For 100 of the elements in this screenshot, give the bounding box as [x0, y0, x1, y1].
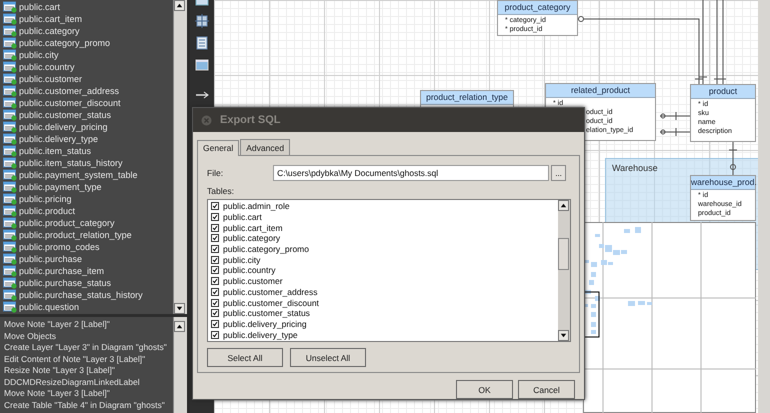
- table-name[interactable]: public.customer_discount: [19, 97, 121, 109]
- checkbox[interactable]: [211, 298, 219, 307]
- tab[interactable]: General: [197, 140, 240, 156]
- checkbox[interactable]: [211, 245, 219, 254]
- history-entry[interactable]: Resize Note "Layer 3 [Label]": [4, 365, 173, 376]
- dialog-title: Export SQL: [220, 114, 281, 126]
- table-icon: [3, 108, 17, 122]
- entity-title: warehouse_prod.: [691, 176, 755, 190]
- minimap[interactable]: [583, 222, 756, 413]
- scrollbar-thumb[interactable]: [558, 238, 569, 270]
- table-name: public.delivery_type: [223, 330, 298, 340]
- table-icon: [3, 192, 17, 206]
- history-entry[interactable]: Move Note "Layer 2 [Label]": [4, 319, 173, 330]
- table-name[interactable]: public.category: [19, 25, 80, 37]
- checkbox[interactable]: [211, 277, 219, 286]
- history-entry[interactable]: Create Table "Table 4" in Diagram "ghosts": [4, 400, 173, 411]
- table-icon: [3, 276, 17, 290]
- table-name: public.delivery_pricing: [223, 318, 307, 329]
- area-label: Warehouse: [612, 163, 658, 173]
- table-icon: [3, 228, 17, 242]
- table-name[interactable]: public.item_status_history: [19, 157, 123, 169]
- dialog-button[interactable]: OK: [456, 380, 513, 399]
- scrollbar[interactable]: [558, 200, 570, 341]
- table-name[interactable]: public.product: [19, 205, 76, 217]
- checkbox[interactable]: [211, 309, 219, 318]
- history-entry[interactable]: DDCMDResizeDiagramLinkedLabel: [4, 376, 173, 388]
- table-icon: [3, 240, 17, 254]
- checkbox[interactable]: [211, 256, 219, 264]
- file-field[interactable]: C:\users\pdybka\My Documents\ghosts.sql: [273, 165, 550, 181]
- dialog-button[interactable]: Cancel: [518, 380, 575, 399]
- table-icon: [3, 168, 17, 182]
- checkbox[interactable]: [211, 202, 219, 210]
- table-icon: [3, 288, 17, 302]
- scroll-up-icon[interactable]: [174, 0, 185, 11]
- checkbox[interactable]: [211, 330, 219, 339]
- file-label: File:: [207, 168, 224, 178]
- tab[interactable]: Advanced: [240, 139, 290, 155]
- table-name[interactable]: public.product_category: [19, 217, 115, 229]
- table-name: public.country: [223, 265, 276, 276]
- table-name[interactable]: public.payment_system_table: [19, 169, 138, 181]
- grid-icon[interactable]: [195, 14, 209, 28]
- table-icon: [3, 180, 17, 194]
- table-name[interactable]: public.pricing: [19, 193, 72, 205]
- table-name: public.customer_discount: [223, 298, 319, 308]
- scroll-up-icon[interactable]: [558, 200, 569, 211]
- table-name: public.cart: [223, 212, 262, 222]
- checkbox[interactable]: [211, 320, 219, 328]
- browse-button[interactable]: ...: [551, 165, 566, 181]
- table-name[interactable]: public.delivery_type: [19, 133, 98, 145]
- table-name[interactable]: public.cart_item: [19, 13, 82, 25]
- table-name[interactable]: public.customer_status: [19, 109, 112, 121]
- list-button[interactable]: Select All: [207, 348, 283, 367]
- entity-title: related_product: [546, 84, 655, 98]
- table-name[interactable]: public.cart: [19, 1, 60, 13]
- table-name[interactable]: public.purchase_status: [19, 277, 112, 289]
- history-entry[interactable]: Create Layer "Layer 3" in Diagram "ghosts": [4, 342, 173, 354]
- table-icon: [3, 156, 17, 170]
- window-icon[interactable]: [195, 58, 209, 72]
- table-icon: [3, 216, 17, 230]
- history-entry[interactable]: Edit Content of Note "Layer 3 [Label]": [4, 354, 173, 365]
- table-icon: [3, 132, 17, 146]
- table-name[interactable]: public.payment_type: [19, 181, 102, 193]
- document-icon[interactable]: [195, 36, 209, 50]
- scrollbar[interactable]: [173, 0, 187, 314]
- checkbox[interactable]: [211, 224, 219, 232]
- table-name[interactable]: public.purchase_status_history: [19, 289, 143, 301]
- table-icon: [3, 120, 17, 134]
- table-name: public.category_promo: [223, 244, 309, 254]
- table-name[interactable]: public.purchase_item: [19, 265, 104, 277]
- scroll-down-icon[interactable]: [558, 330, 569, 341]
- scrollbar[interactable]: [173, 317, 187, 413]
- connector-line: [660, 128, 690, 136]
- table-icon: [3, 252, 17, 266]
- list-button[interactable]: Unselect All: [290, 348, 366, 367]
- table-name[interactable]: public.item_status: [19, 145, 92, 157]
- scroll-down-icon[interactable]: [174, 303, 185, 314]
- table-name[interactable]: public.promo_codes: [19, 241, 100, 253]
- table-name: public.customer: [223, 276, 283, 286]
- scrollbar[interactable]: [758, 0, 770, 413]
- table-name[interactable]: public.product_relation_type: [19, 229, 132, 241]
- checkbox[interactable]: [211, 213, 219, 222]
- table-name[interactable]: public.city: [19, 49, 59, 61]
- table-name[interactable]: public.category_promo: [19, 37, 110, 49]
- table-name[interactable]: public.question: [19, 301, 80, 313]
- table-name[interactable]: public.customer_address: [19, 85, 120, 97]
- table-icon: [3, 24, 17, 38]
- table-name[interactable]: public.purchase: [19, 253, 82, 265]
- table-icon: [3, 48, 17, 62]
- history-entry[interactable]: Move Objects: [4, 330, 173, 342]
- table-icon: [3, 264, 17, 278]
- table-icon: [3, 144, 17, 158]
- table-name[interactable]: public.customer: [19, 73, 82, 85]
- checkbox[interactable]: [211, 288, 219, 296]
- table-name[interactable]: public.country: [19, 61, 75, 73]
- checkbox[interactable]: [211, 266, 219, 274]
- checkbox[interactable]: [211, 234, 219, 242]
- table-name: public.customer_status: [223, 308, 310, 318]
- history-entry[interactable]: Move Note "Layer 3 [Label]": [4, 388, 173, 400]
- table-name[interactable]: public.delivery_pricing: [19, 121, 108, 133]
- scroll-up-icon[interactable]: [174, 321, 185, 332]
